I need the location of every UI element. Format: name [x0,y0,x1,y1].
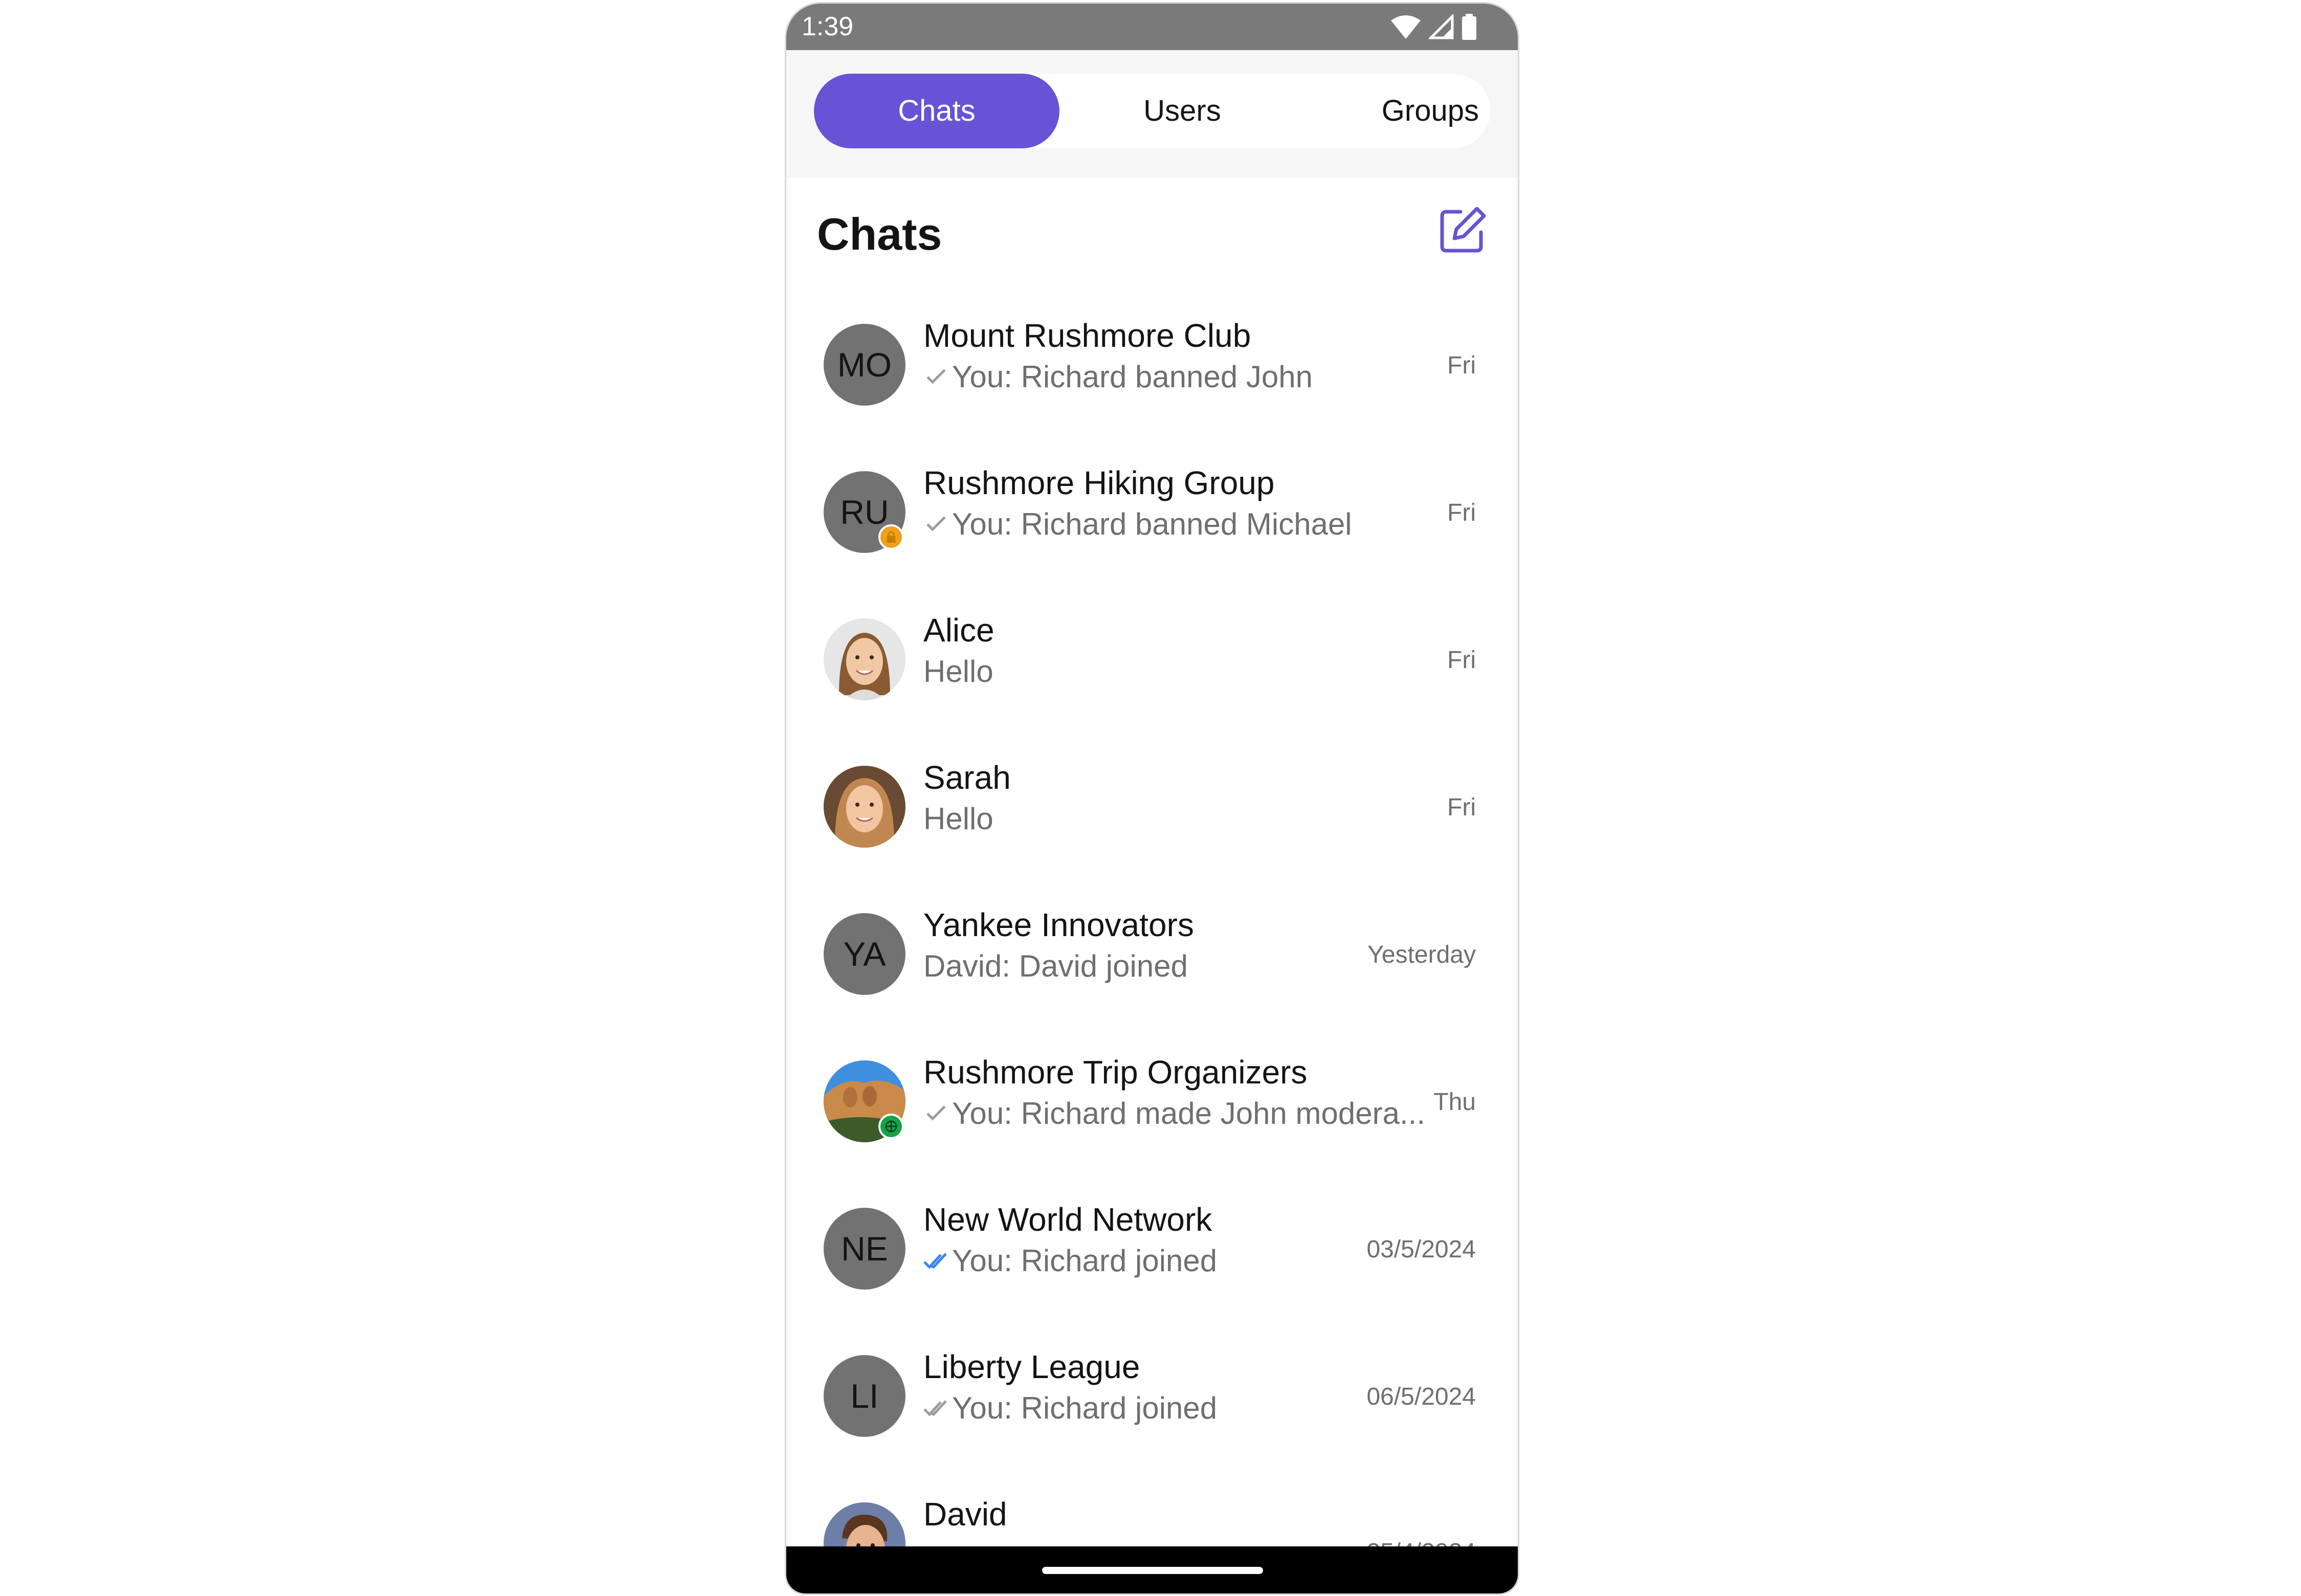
chat-preview-text: You: Richard banned John [952,360,1313,394]
chat-item[interactable]: NE New World Network You: Richard joined… [786,1179,1518,1326]
tab-section: Chats Users Groups [786,50,1518,178]
avatar [824,766,905,848]
home-handle[interactable] [1042,1567,1263,1574]
chat-preview: You: Richard banned Michael [923,506,1352,542]
page-title: Chats [817,209,942,259]
sent-check-icon [926,1105,946,1121]
chat-date: Fri [1447,647,1476,674]
navigation-bar [786,1546,1518,1593]
chat-name: Mount Rushmore Club [923,317,1251,354]
chat-date: Yesterday [1367,941,1476,968]
chat-preview-text: David: David joined [923,949,1188,983]
sent-check-icon [926,368,946,384]
chat-date: Thu [1433,1089,1476,1116]
lock-icon [878,524,904,550]
globe-icon [878,1114,904,1139]
chat-date: 03/5/2024 [1366,1236,1476,1263]
chat-preview: You: Richard made John modera... [923,1096,1425,1131]
sent-check-icon [926,516,946,531]
chat-item[interactable]: RU Rushmore Hiking Group You: Richard ba… [786,442,1518,590]
chat-preview: You: Richard banned John [923,359,1313,394]
avatar: YA [824,913,905,995]
chat-preview: David: David joined [923,948,1188,984]
battery-icon [1462,14,1476,40]
avatar: MO [824,324,905,406]
chat-item[interactable]: Rushmore Trip Organizers You: Richard ma… [786,1032,1518,1179]
chat-item[interactable]: Alice Hello Fri [786,590,1518,737]
tab-chats[interactable]: Chats [814,74,1059,148]
chat-item[interactable]: Sarah Hello Fri [786,737,1518,884]
read-double-check-icon [923,1252,947,1269]
chat-preview: You: Richard joined [923,1390,1217,1426]
chat-item[interactable]: LI Liberty League You: Richard joined 06… [786,1326,1518,1474]
chat-preview-text: You: Richard joined [952,1244,1218,1278]
chat-name: Yankee Innovators [923,906,1194,943]
chat-preview-text: Hello [923,802,993,836]
chat-preview-text: You: Richard made John modera... [952,1096,1425,1130]
signal-icon [1429,14,1454,39]
chat-name: Alice [923,612,994,649]
chat-name: Sarah [923,759,1011,796]
status-icons [1390,14,1477,40]
wifi-icon [1391,15,1421,39]
tab-bar: Chats Users Groups [814,74,1490,148]
chat-date: 06/5/2024 [1366,1383,1476,1410]
chat-preview: You: Richard joined [923,1243,1217,1278]
tab-users[interactable]: Users [1059,74,1305,148]
chat-name: Liberty League [923,1348,1140,1385]
chat-name: Rushmore Hiking Group [923,464,1275,501]
chat-item[interactable]: MO Mount Rushmore Club You: Richard bann… [786,295,1518,442]
status-bar: 1:39 [786,4,1518,50]
chat-preview-text: You: Richard joined [952,1391,1218,1425]
woman-photo [824,618,905,700]
avatar: NE [824,1208,905,1290]
chat-date: Fri [1447,499,1476,526]
chat-preview: Hello [923,654,993,689]
chat-preview: Hello [923,801,993,836]
chat-preview-text: Hello [923,654,993,689]
chat-name: David [923,1496,1007,1533]
chat-name: Rushmore Trip Organizers [923,1054,1308,1091]
tab-groups[interactable]: Groups [1305,74,1489,148]
chat-date: Fri [1447,352,1476,379]
chat-item[interactable]: YA Yankee Innovators David: David joined… [786,884,1518,1032]
chat-preview-text: You: Richard banned Michael [952,507,1352,541]
avatar: LI [824,1355,905,1437]
woman-photo [824,766,905,848]
avatar [824,618,905,700]
phone-screen: 1:39 Chats Users Groups Chats MO Mount R… [785,2,1519,1595]
chat-name: New World Network [923,1201,1212,1238]
chat-date: Fri [1447,794,1476,821]
delivered-double-check-icon [923,1400,947,1416]
status-time: 1:39 [802,12,854,41]
compose-icon[interactable] [1437,205,1488,256]
